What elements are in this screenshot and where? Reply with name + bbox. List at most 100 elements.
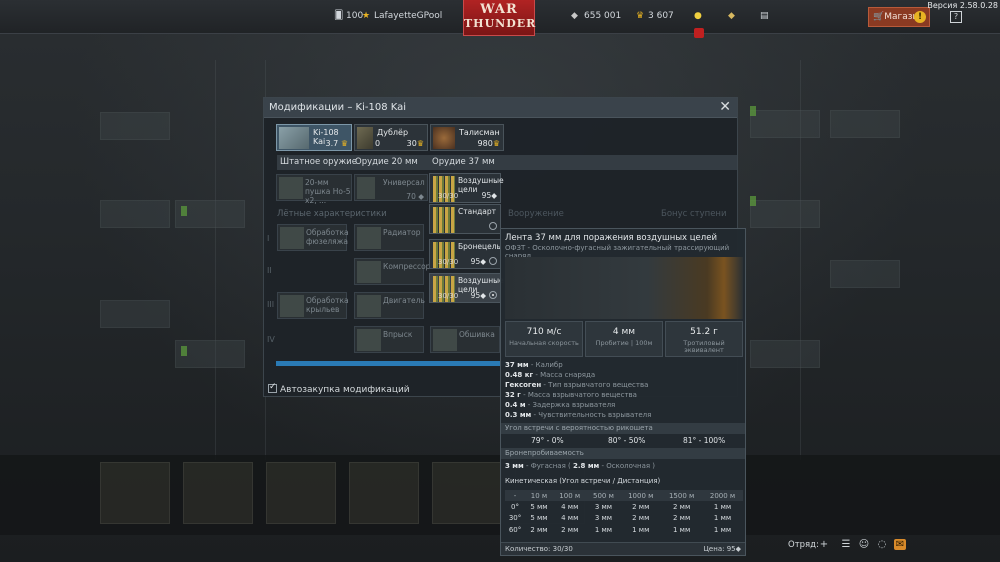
ammo-count: 30/30 bbox=[438, 258, 459, 266]
bg-vehicle-card bbox=[750, 200, 820, 228]
mod-radiator[interactable]: Радиатор bbox=[354, 224, 424, 251]
tab-20mm-cannon[interactable]: Орудие 20 мм bbox=[355, 157, 418, 167]
param-fuse-delay: 0.4 м - Задержка взрывателя bbox=[505, 401, 616, 409]
backup-count: 0 bbox=[375, 139, 381, 148]
list-icon[interactable]: ☰ bbox=[840, 539, 852, 550]
param-explosive-mass: 32 г - Масса взрывчатого вещества bbox=[505, 391, 637, 399]
mod-label: Компрессор bbox=[383, 262, 431, 271]
bg-vehicle-card bbox=[830, 110, 900, 138]
fuselage-icon bbox=[280, 227, 304, 249]
mail-icon[interactable]: ✉ bbox=[894, 539, 906, 550]
radio-icon[interactable] bbox=[489, 291, 497, 299]
help-button[interactable]: ? bbox=[950, 11, 962, 23]
premium-icon[interactable]: ◆ bbox=[728, 11, 735, 21]
engine-icon bbox=[357, 295, 381, 317]
bg-vehicle-card bbox=[830, 260, 900, 288]
cannon-icon bbox=[279, 177, 303, 199]
bg-vehicle-card bbox=[750, 110, 820, 138]
lightbulb-icon[interactable]: ● bbox=[694, 11, 702, 21]
shop-button[interactable]: 🛒Магазин ! bbox=[868, 7, 930, 27]
ammo-price: 95◆ bbox=[481, 191, 497, 200]
radio-icon[interactable] bbox=[489, 222, 497, 230]
logo-line-2: THUNDER bbox=[464, 17, 537, 30]
star-icon: ★ bbox=[362, 11, 371, 21]
table-header: 1000 м bbox=[620, 490, 662, 501]
universal-belt-price: 70 ◆ bbox=[406, 192, 424, 201]
shell-image bbox=[505, 257, 743, 319]
mod-label: Радиатор bbox=[383, 228, 421, 237]
ammo-option-standard[interactable]: Стандарт bbox=[429, 204, 501, 234]
backup-card[interactable]: Дублёр 0 30♛ bbox=[354, 124, 428, 151]
compressor-icon bbox=[357, 261, 381, 283]
ammo-option-armor[interactable]: Бронецель 30/30 95◆ bbox=[429, 239, 501, 269]
talisman-card[interactable]: Талисман 980♛ bbox=[430, 124, 504, 151]
auto-buy-toggle[interactable]: Автозакупка модификаций bbox=[264, 382, 504, 395]
crew-slot[interactable] bbox=[100, 462, 170, 524]
table-header: 1500 м bbox=[661, 490, 703, 501]
shop-badge: ! bbox=[914, 11, 926, 23]
bg-indicator bbox=[750, 196, 756, 206]
mod-label: Обшивка bbox=[459, 330, 495, 339]
bg-tree-column bbox=[215, 60, 261, 460]
table-row: 0° 5 мм 4 мм 3 мм 2 мм 2 мм 1 мм bbox=[511, 502, 732, 511]
version-label: Версия 2.58.0.28 bbox=[927, 1, 998, 10]
crew-slot[interactable] bbox=[349, 462, 419, 524]
talisman-icon bbox=[433, 127, 455, 149]
cart-icon: 🛒 bbox=[873, 12, 885, 22]
table-header: 500 м bbox=[586, 490, 621, 501]
ammo-cost: Цена: 95◆ bbox=[703, 545, 742, 553]
mod-injection[interactable]: Впрыск bbox=[354, 326, 424, 353]
tier-label: III bbox=[267, 300, 275, 309]
bg-indicator bbox=[750, 106, 756, 116]
radio-icon[interactable] bbox=[489, 257, 497, 265]
crew-slot[interactable] bbox=[183, 462, 253, 524]
table-header: 10 м bbox=[525, 490, 553, 501]
ammo-option-air[interactable]: Воздушные цели 30/30 95◆ bbox=[429, 273, 504, 303]
radiator-icon bbox=[357, 227, 381, 249]
penetration-header: Бронепробиваемость bbox=[501, 448, 745, 459]
backup-price: 30♛ bbox=[406, 139, 424, 148]
bg-indicator bbox=[181, 206, 187, 216]
vehicle-rating: 3.7 ♛ bbox=[325, 139, 348, 148]
contacts-icon[interactable]: ☺ bbox=[858, 539, 870, 550]
tier-label: IV bbox=[267, 335, 275, 344]
universal-belt-card[interactable]: Универсал 70 ◆ bbox=[354, 174, 428, 201]
crew-slot[interactable] bbox=[266, 462, 336, 524]
close-icon[interactable]: ✕ bbox=[719, 99, 731, 115]
username[interactable]: LafayetteGPool bbox=[374, 11, 442, 21]
mod-wings[interactable]: Обработка крыльев bbox=[277, 292, 349, 319]
tab-37mm-cannon[interactable]: Орудие 37 мм bbox=[432, 157, 495, 167]
mod-compressor[interactable]: Компрессор bbox=[354, 258, 430, 285]
notification-icon[interactable] bbox=[694, 28, 704, 38]
tab-standard-weapons[interactable]: Штатное оружие bbox=[280, 157, 357, 167]
stat-label: Тротиловый эквивалент bbox=[683, 339, 725, 354]
flight-performance-header: Лётные характеристики bbox=[277, 209, 387, 219]
crew-slot[interactable] bbox=[432, 462, 502, 524]
silver-lions-balance: 655 001 bbox=[584, 11, 622, 21]
golden-eagles-balance: 3 607 bbox=[648, 11, 674, 21]
add-squad-icon[interactable]: + bbox=[818, 539, 830, 550]
mod-label: Впрыск bbox=[383, 330, 413, 339]
mod-fuselage[interactable]: Обработка фюзеляжа bbox=[277, 224, 349, 251]
weapon-preset-card[interactable]: 20-мм пушка Ho-5 х2, ... bbox=[276, 174, 352, 205]
ammo-selected[interactable]: Воздушные цели 30/30 95◆ bbox=[429, 173, 504, 203]
table-header: - bbox=[505, 490, 526, 501]
tooltip-title: Лента 37 мм для поражения воздушных целе… bbox=[505, 233, 717, 243]
mod-cover[interactable]: Обшивка bbox=[430, 326, 500, 353]
stat-label: Начальная скорость bbox=[509, 339, 579, 347]
vehicle-card[interactable]: Ki-108 Kai 3.7 ♛ bbox=[276, 124, 352, 151]
mod-engine[interactable]: Двигатель bbox=[354, 292, 425, 319]
ticket-icon[interactable]: ▤ bbox=[760, 11, 769, 21]
ricochet-value: 80° - 50% bbox=[608, 436, 646, 445]
ricochet-value: 79° - 0% bbox=[531, 436, 564, 445]
auto-buy-label: Автозакупка модификаций bbox=[280, 385, 410, 395]
universal-belt-name: Универсал bbox=[383, 178, 425, 187]
auto-buy-checkbox[interactable] bbox=[268, 382, 277, 393]
war-thunder-logo[interactable]: WAR THUNDER bbox=[463, 0, 535, 36]
stat-value: 4 мм bbox=[612, 327, 636, 337]
bg-vehicle-card bbox=[750, 340, 820, 368]
talisman-name: Талисман bbox=[459, 128, 500, 137]
table-header: 2000 м bbox=[702, 490, 743, 501]
chat-bubble-icon[interactable]: ◌ bbox=[876, 539, 888, 550]
player-level: 100 bbox=[346, 11, 364, 21]
